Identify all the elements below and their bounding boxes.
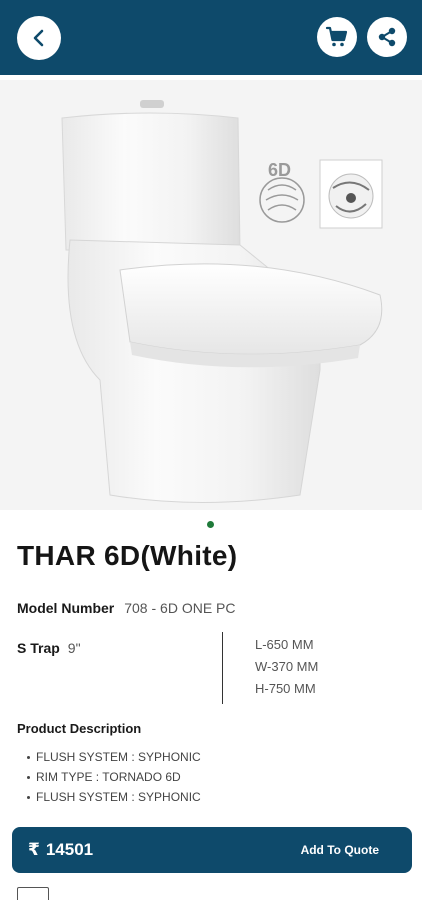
trap-value: 9": [67, 640, 81, 656]
trap-row: S Trap 9": [17, 640, 81, 656]
model-number-value: 708 - 6D ONE PC: [124, 600, 236, 616]
price: ₹ 14501: [28, 840, 93, 860]
product-title: THAR 6D(White): [17, 540, 238, 571]
product-image-carousel[interactable]: 6D: [0, 80, 422, 510]
list-item: FLUSH SYSTEM : SYPHONIC: [27, 787, 201, 807]
model-number-label: Model Number: [17, 600, 115, 616]
description-text: FLUSH SYSTEM : SYPHONIC: [36, 790, 201, 804]
badge-6d-label: 6D: [268, 160, 291, 180]
dimension-height: H-750 MM: [255, 681, 316, 696]
list-item: RIM TYPE : TORNADO 6D: [27, 767, 201, 787]
product-image: 6D: [61, 100, 383, 503]
list-item: FLUSH SYSTEM : SYPHONIC: [27, 747, 201, 767]
price-value: 14501: [45, 840, 94, 859]
bullet-icon: [27, 775, 30, 779]
bullet-icon: [27, 795, 30, 799]
carousel-page-indicator: [207, 521, 214, 528]
shopping-cart-icon: [325, 26, 348, 47]
spec-divider: [222, 632, 223, 704]
bullet-icon: [27, 755, 30, 759]
trap-label: S Trap: [17, 640, 60, 656]
checkbox[interactable]: [17, 887, 49, 900]
add-to-quote-button[interactable]: Add To Quote: [301, 843, 379, 857]
share-icon: [378, 27, 396, 47]
description-heading: Product Description: [17, 721, 142, 736]
dimension-width: W-370 MM: [255, 659, 319, 674]
description-list: FLUSH SYSTEM : SYPHONIC RIM TYPE : TORNA…: [27, 747, 201, 807]
dimension-length: L-650 MM: [255, 637, 314, 652]
description-text: FLUSH SYSTEM : SYPHONIC: [36, 750, 201, 764]
chevron-left-icon: [33, 29, 44, 47]
top-app-bar: [0, 0, 422, 75]
price-bar: ₹ 14501 Add To Quote: [12, 827, 412, 873]
cart-button[interactable]: [317, 17, 357, 57]
dimensions-list: L-650 MM W-370 MM H-750 MM: [255, 634, 318, 700]
share-button[interactable]: [367, 17, 407, 57]
back-button[interactable]: [17, 16, 61, 60]
model-number-row: Model Number 708 - 6D ONE PC: [17, 600, 236, 616]
rupee-icon: ₹: [28, 840, 40, 859]
description-text: RIM TYPE : TORNADO 6D: [36, 770, 181, 784]
